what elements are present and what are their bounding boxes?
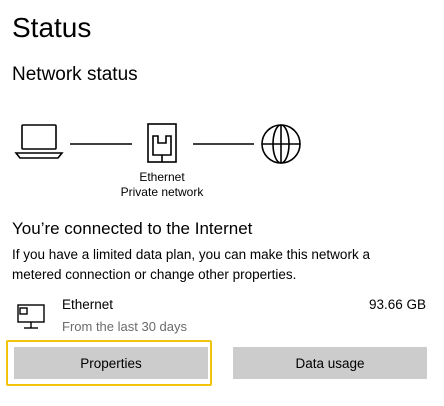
network-diagram	[0, 110, 444, 206]
adapter-row-period: From the last 30 days	[62, 319, 187, 334]
ethernet-computer-icon	[17, 304, 45, 329]
connection-status-heading: You’re connected to the Internet	[12, 219, 253, 238]
network-profile: Private network	[120, 185, 204, 199]
network-diagram-graphic	[14, 123, 301, 164]
page-title: Status	[12, 12, 92, 43]
connection-description: If you have a limited data plan, you can…	[12, 247, 370, 282]
network-status-heading: Network status	[12, 64, 138, 85]
globe-icon	[261, 124, 301, 164]
adapter-usage-row: Ethernet From the last 30 days 93.66 GB	[12, 296, 432, 336]
adapter-name: Ethernet	[139, 170, 185, 184]
properties-button[interactable]: Properties	[14, 347, 208, 379]
ethernet-port-icon	[147, 123, 177, 163]
laptop-icon	[14, 124, 64, 159]
adapter-row-name: Ethernet	[62, 297, 114, 312]
adapter-row-usage: 93.66 GB	[368, 297, 426, 312]
data-usage-button[interactable]: Data usage	[233, 347, 427, 379]
adapter-caption: Ethernet Private network	[104, 170, 220, 200]
